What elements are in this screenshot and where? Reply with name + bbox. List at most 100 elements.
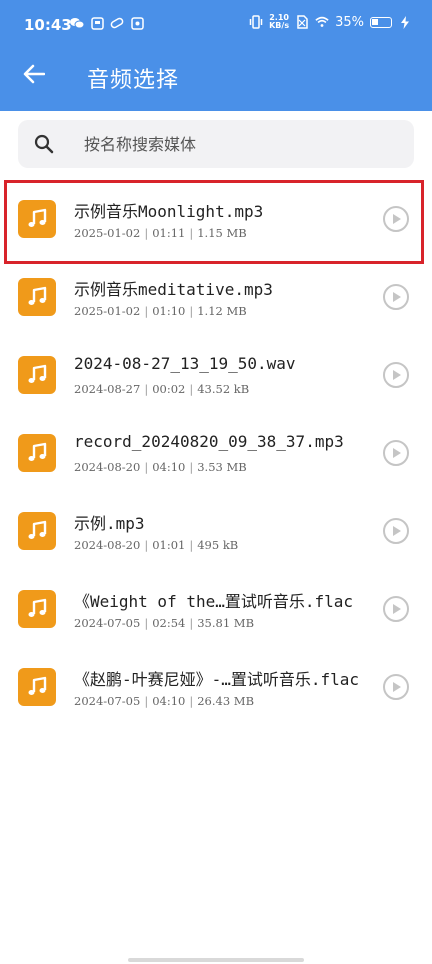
link-icon: [110, 16, 124, 30]
file-date: 2024-07-05: [74, 694, 141, 708]
play-icon: [393, 526, 401, 536]
page-title: 音频选择: [87, 68, 180, 93]
meta-divider: |: [189, 460, 194, 474]
list-item[interactable]: 示例音乐Moonlight.mp3 2025-01-02 | 01:11 | 1.15 …: [0, 180, 432, 264]
file-name: 2024-08-27_13_19_50.wav: [74, 354, 296, 373]
battery-percent: 35%: [335, 14, 364, 30]
meta-divider: |: [189, 538, 194, 552]
play-icon: [393, 214, 401, 224]
file-duration: 01:10: [152, 304, 186, 318]
file-date: 2025-01-02: [74, 226, 141, 240]
meta-divider: |: [144, 460, 149, 474]
music-note-icon: [18, 356, 56, 394]
meta-divider: |: [189, 694, 194, 708]
music-note-icon: [18, 434, 56, 472]
file-date: 2024-07-05: [74, 616, 141, 630]
search-bar[interactable]: [18, 120, 414, 168]
file-duration: 04:10: [152, 460, 186, 474]
play-button[interactable]: [383, 596, 409, 622]
file-name: 《赵鹏-叶赛尼娅》-…置试听音乐.flac: [74, 670, 360, 689]
file-name: record_20240820_09_38_37.mp3: [74, 432, 344, 451]
music-note-icon: [18, 278, 56, 316]
list-item[interactable]: 示例.mp3 2024-08-20 | 01:01 | 495 kB: [0, 492, 432, 570]
file-duration: 01:11: [152, 226, 186, 240]
file-meta: 2025-01-02 | 01:10 | 1.12 MB: [74, 304, 247, 318]
list-item[interactable]: 2024-08-27_13_19_50.wav 2024-08-27 | 00:02…: [0, 336, 432, 414]
app-header: 10:43 2.10 KB/s 35% 音频选择: [0, 0, 432, 111]
file-size: 26.43 MB: [197, 694, 255, 708]
file-date: 2024-08-20: [74, 460, 141, 474]
file-name: 示例音乐meditative.mp3: [74, 280, 273, 299]
file-meta: 2024-07-05 | 04:10 | 26.43 MB: [74, 694, 254, 708]
file-meta: 2024-08-20 | 04:10 | 3.53 MB: [74, 460, 247, 474]
meta-divider: |: [144, 538, 149, 552]
file-size: 35.81 MB: [197, 616, 255, 630]
file-list: 示例音乐Moonlight.mp3 2025-01-02 | 01:11 | 1.15 …: [0, 180, 432, 726]
meta-divider: |: [144, 382, 149, 396]
meta-divider: |: [189, 616, 194, 630]
file-size: 1.15 MB: [197, 226, 247, 240]
no-sim-icon: [295, 15, 309, 29]
meta-divider: |: [144, 304, 149, 318]
box-icon: [90, 16, 104, 30]
meta-divider: |: [144, 694, 149, 708]
file-meta: 2025-01-02 | 01:11 | 1.15 MB: [74, 226, 247, 240]
list-item[interactable]: 《赵鹏-叶赛尼娅》-…置试听音乐.flac 2024-07-05 | 04:10 | 2…: [0, 648, 432, 726]
play-button[interactable]: [383, 284, 409, 310]
file-duration: 01:01: [152, 538, 186, 552]
file-duration: 02:54: [152, 616, 186, 630]
play-icon: [393, 682, 401, 692]
status-time: 10:43: [24, 16, 72, 34]
system-status: 2.10 KB/s 35%: [249, 14, 412, 30]
play-button[interactable]: [383, 518, 409, 544]
file-name: 《Weight of the…置试听音乐.flac: [74, 592, 354, 611]
file-size: 3.53 MB: [197, 460, 247, 474]
file-meta: 2024-08-27 | 00:02 | 43.52 kB: [74, 382, 249, 396]
file-date: 2024-08-27: [74, 382, 141, 396]
file-duration: 04:10: [152, 694, 186, 708]
file-name: 示例.mp3: [74, 514, 145, 533]
play-button[interactable]: [383, 440, 409, 466]
play-button[interactable]: [383, 674, 409, 700]
file-duration: 00:02: [152, 382, 186, 396]
file-date: 2025-01-02: [74, 304, 141, 318]
network-speed: 2.10 KB/s: [269, 14, 289, 30]
meta-divider: |: [189, 382, 194, 396]
play-button[interactable]: [383, 206, 409, 232]
file-meta: 2024-07-05 | 02:54 | 35.81 MB: [74, 616, 254, 630]
meta-divider: |: [144, 226, 149, 240]
list-item[interactable]: record_20240820_09_38_37.mp3 2024-08-20 |…: [0, 414, 432, 492]
file-meta: 2024-08-20 | 01:01 | 495 kB: [74, 538, 238, 552]
status-bar: 10:43 2.10 KB/s 35%: [0, 0, 432, 50]
music-note-icon: [18, 512, 56, 550]
charging-icon: [398, 15, 412, 29]
wifi-icon: [315, 15, 329, 29]
home-indicator[interactable]: [128, 958, 304, 962]
search-input[interactable]: [84, 134, 384, 154]
file-date: 2024-08-20: [74, 538, 141, 552]
notification-icons: [70, 16, 144, 30]
list-item[interactable]: 示例音乐meditative.mp3 2025-01-02 | 01:10 | 1.12…: [0, 258, 432, 336]
play-icon: [393, 370, 401, 380]
arrow-left-icon: [23, 64, 46, 88]
settings-icon: [130, 16, 144, 30]
meta-divider: |: [189, 226, 194, 240]
file-size: 495 kB: [197, 538, 239, 552]
selection-highlight: [4, 180, 424, 264]
play-button[interactable]: [383, 362, 409, 388]
file-size: 1.12 MB: [197, 304, 247, 318]
back-button[interactable]: [18, 60, 50, 92]
music-note-icon: [18, 668, 56, 706]
battery-icon: [370, 16, 392, 28]
music-note-icon: [18, 200, 56, 238]
search-icon: [34, 134, 54, 154]
file-name: 示例音乐Moonlight.mp3: [74, 202, 264, 221]
music-note-icon: [18, 590, 56, 628]
meta-divider: |: [189, 304, 194, 318]
net-speed-unit: KB/s: [269, 21, 290, 30]
list-item[interactable]: 《Weight of the…置试听音乐.flac 2024-07-05 | 02:…: [0, 570, 432, 648]
play-icon: [393, 292, 401, 302]
play-icon: [393, 448, 401, 458]
wechat-icon: [70, 16, 84, 30]
meta-divider: |: [144, 616, 149, 630]
